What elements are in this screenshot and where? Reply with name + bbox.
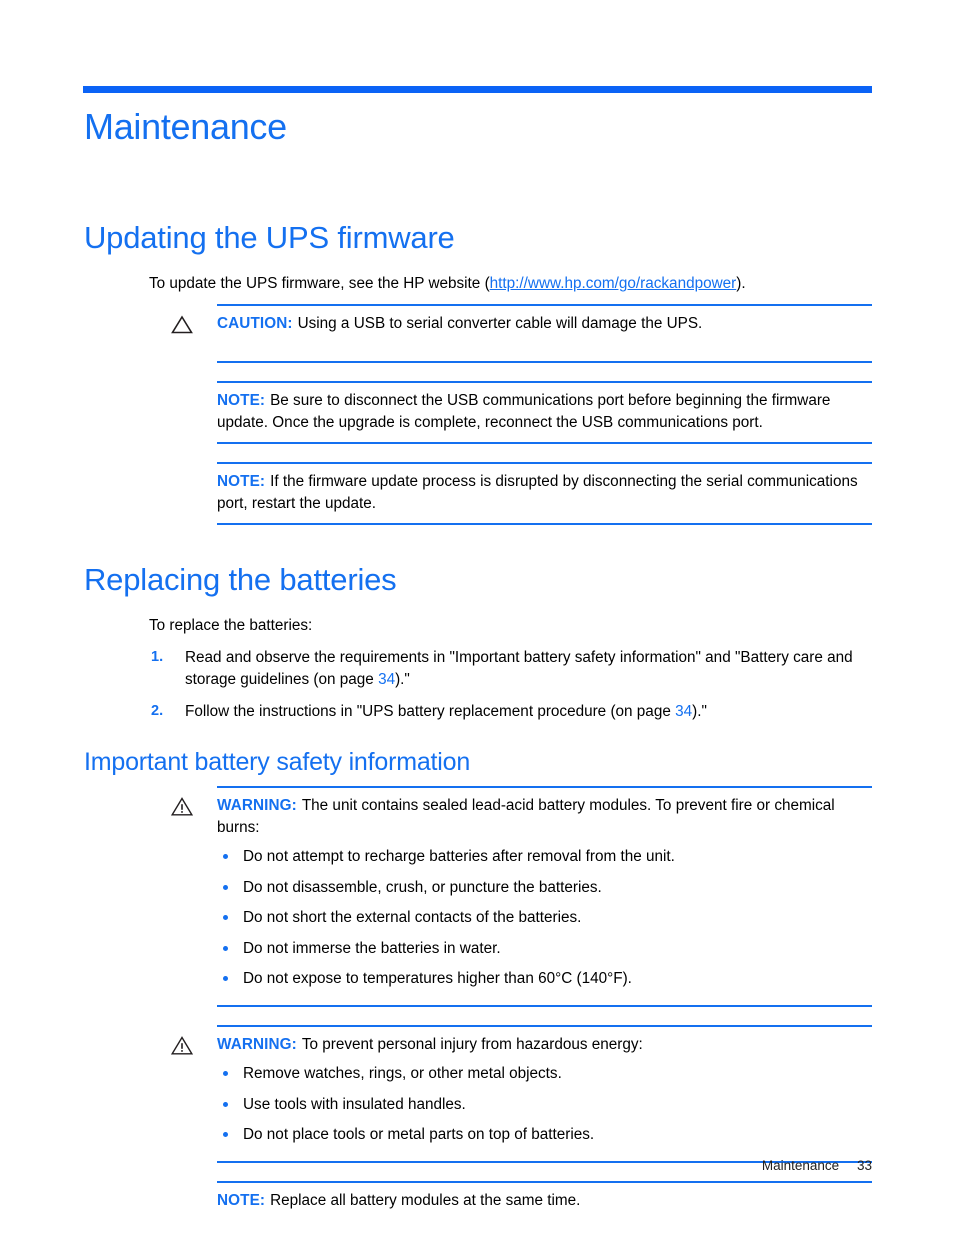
warning-2-bullet-list: Remove watches, rings, or other metal ob… bbox=[217, 1063, 872, 1146]
bullet-text: Do not attempt to recharge batteries aft… bbox=[243, 848, 675, 866]
note-2-bottom-rule bbox=[217, 523, 872, 526]
list-item: Do not disassemble, crush, or puncture t… bbox=[217, 877, 872, 899]
warning-2-label: WARNING: bbox=[217, 1035, 297, 1053]
page-title: Maintenance bbox=[84, 106, 287, 147]
list-item: 2. Follow the instructions in "UPS batter… bbox=[149, 701, 872, 723]
step-text-after-xref: )." bbox=[395, 670, 410, 688]
list-item: Use tools with insulated handles. bbox=[217, 1094, 872, 1116]
note-box-disconnect-usb: NOTE: Be sure to disconnect the USB commu… bbox=[83, 381, 872, 445]
note-1-text: Be sure to disconnect the USB communicat… bbox=[217, 392, 831, 431]
replace-batteries-steps: 1. Read and observe the requirements in "… bbox=[149, 647, 872, 723]
page-footer: Maintenance 33 bbox=[83, 1158, 872, 1173]
list-item: 1. Read and observe the requirements in "… bbox=[149, 647, 872, 690]
list-item: Remove watches, rings, or other metal ob… bbox=[217, 1063, 872, 1085]
replace-batteries-intro-text: To replace the batteries: bbox=[149, 617, 313, 635]
firmware-intro-text-after-link: ). bbox=[736, 274, 746, 292]
bullet-dot-icon bbox=[223, 976, 228, 982]
warning-box-hazardous-energy: WARNING: To prevent personal injury from … bbox=[83, 1024, 872, 1163]
replace-batteries-intro: To replace the batteries: 1. Read and obs… bbox=[149, 615, 872, 723]
warning-triangle-exclamation-icon bbox=[170, 797, 194, 816]
note-box-replace-all-modules: NOTE: Replace all battery modules at the … bbox=[83, 1180, 872, 1235]
firmware-intro-text-before-link: To update the UPS firmware, see the HP w… bbox=[149, 274, 490, 292]
note-2-label: NOTE: bbox=[217, 473, 266, 491]
list-item: Do not place tools or metal parts on top… bbox=[217, 1124, 872, 1146]
section-heading-replacing-batteries: Replacing the batteries bbox=[84, 562, 397, 598]
bullet-dot-icon bbox=[223, 945, 228, 951]
page-xref-link[interactable]: 34 bbox=[378, 671, 395, 688]
step-text-before-xref: Follow the instructions in "UPS battery … bbox=[185, 703, 676, 721]
step-number: 1. bbox=[151, 649, 164, 666]
caution-box-usb-converter: CAUTION: Using a USB to serial converter … bbox=[83, 303, 872, 364]
note-3-label: NOTE: bbox=[217, 1191, 266, 1209]
caution-label: CAUTION: bbox=[217, 314, 293, 332]
document-page: Maintenance Updating the UPS firmware To… bbox=[0, 0, 954, 1235]
caution-text: Using a USB to serial converter cable wi… bbox=[297, 314, 703, 332]
bullet-text: Do not immerse the batteries in water. bbox=[243, 939, 501, 957]
footer-section-label: Maintenance bbox=[761, 1158, 840, 1173]
list-item: Do not short the external contacts of th… bbox=[217, 907, 872, 929]
section-heading-updating-firmware: Updating the UPS firmware bbox=[84, 219, 455, 255]
step-number: 2. bbox=[151, 703, 164, 720]
footer-page-number: 33 bbox=[856, 1158, 872, 1173]
caution-box-bottom-rule bbox=[217, 361, 872, 364]
step-text-before-xref: Read and observe the requirements in "Im… bbox=[185, 649, 853, 688]
bullet-dot-icon bbox=[223, 1132, 228, 1138]
note-box-disrupted-update: NOTE: If the firmware update process is d… bbox=[83, 462, 872, 526]
note-1-bottom-rule bbox=[217, 442, 872, 445]
bullet-text: Use tools with insulated handles. bbox=[243, 1095, 466, 1113]
bullet-text: Do not expose to temperatures higher tha… bbox=[243, 970, 632, 988]
bullet-dot-icon bbox=[223, 854, 228, 860]
warning-1-bottom-rule bbox=[217, 1004, 872, 1007]
step-text-after-xref: )." bbox=[692, 703, 707, 721]
warning-1-text: The unit contains sealed lead-acid batte… bbox=[217, 797, 835, 836]
subsection-heading-battery-safety: Important battery safety information bbox=[84, 747, 471, 776]
bullet-dot-icon bbox=[223, 1071, 228, 1077]
firmware-intro-paragraph: To update the UPS firmware, see the HP w… bbox=[149, 273, 872, 294]
bullet-text: Do not disassemble, crush, or puncture t… bbox=[243, 878, 602, 896]
chapter-top-rule bbox=[83, 86, 872, 93]
warning-1-bullet-list: Do not attempt to recharge batteries aft… bbox=[217, 846, 872, 990]
list-item: Do not immerse the batteries in water. bbox=[217, 938, 872, 960]
rackandpower-link[interactable]: http://www.hp.com/go/rackandpower bbox=[490, 275, 737, 292]
page-content: Maintenance Updating the UPS firmware To… bbox=[83, 0, 872, 1235]
note-2-text: If the firmware update process is disrup… bbox=[217, 473, 858, 512]
bullet-dot-icon bbox=[223, 915, 228, 921]
warning-2-text: To prevent personal injury from hazardou… bbox=[301, 1035, 643, 1053]
bullet-text: Remove watches, rings, or other metal ob… bbox=[243, 1065, 562, 1083]
list-item: Do not attempt to recharge batteries aft… bbox=[217, 846, 872, 868]
note-1-label: NOTE: bbox=[217, 392, 266, 410]
warning-triangle-icon bbox=[171, 315, 193, 334]
bullet-dot-icon bbox=[223, 1101, 228, 1107]
list-item: Do not expose to temperatures higher tha… bbox=[217, 968, 872, 990]
bullet-text: Do not place tools or metal parts on top… bbox=[243, 1126, 595, 1144]
warning-triangle-exclamation-icon bbox=[170, 1035, 194, 1055]
note-3-text: Replace all battery modules at the same … bbox=[270, 1191, 581, 1209]
page-xref-link[interactable]: 34 bbox=[675, 703, 692, 720]
bullet-dot-icon bbox=[223, 884, 228, 890]
warning-1-label: WARNING: bbox=[217, 797, 297, 815]
warning-box-lead-acid-modules: WARNING: The unit contains sealed lead-ac… bbox=[83, 786, 872, 1007]
bullet-text: Do not short the external contacts of th… bbox=[243, 909, 582, 927]
